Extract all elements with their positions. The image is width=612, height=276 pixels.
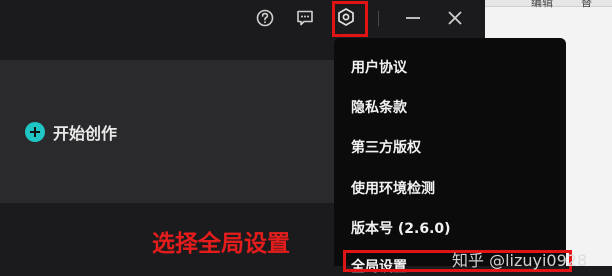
minimize-button[interactable] (402, 7, 424, 29)
titlebar-divider (378, 11, 379, 26)
background-tab-strip: 编辑 替 (485, 0, 612, 10)
feedback-button[interactable] (294, 7, 316, 29)
help-button[interactable] (254, 7, 276, 29)
start-create-label: 开始创作 (53, 124, 118, 143)
settings-dropdown-menu: 用户协议 隐私条款 第三方版权 使用环境检测 版本号 (2.6.0) 全局设置 (334, 38, 566, 275)
background-tab[interactable]: 替 (581, 0, 592, 10)
menu-item-third-party-copyright[interactable]: 第三方版权 (351, 137, 421, 157)
menu-item-user-agreement[interactable]: 用户协议 (351, 57, 407, 77)
settings-highlight-box (332, 1, 368, 37)
help-icon (256, 9, 274, 27)
feedback-icon (297, 10, 313, 26)
menu-item-privacy[interactable]: 隐私条款 (351, 97, 407, 117)
annotation-text: 选择全局设置 (152, 231, 290, 257)
menu-item-version[interactable]: 版本号 (2.6.0) (351, 218, 451, 238)
close-icon (448, 11, 462, 25)
plus-circle-icon (25, 122, 45, 142)
minimize-icon (406, 17, 420, 19)
background-tab[interactable]: 编辑 (531, 0, 553, 10)
menu-item-environment-check[interactable]: 使用环境检测 (351, 178, 435, 198)
close-button[interactable] (444, 7, 466, 29)
watermark: 知乎 @lizuyi0928 (452, 251, 588, 270)
start-create-button[interactable]: 开始创作 (25, 120, 117, 144)
